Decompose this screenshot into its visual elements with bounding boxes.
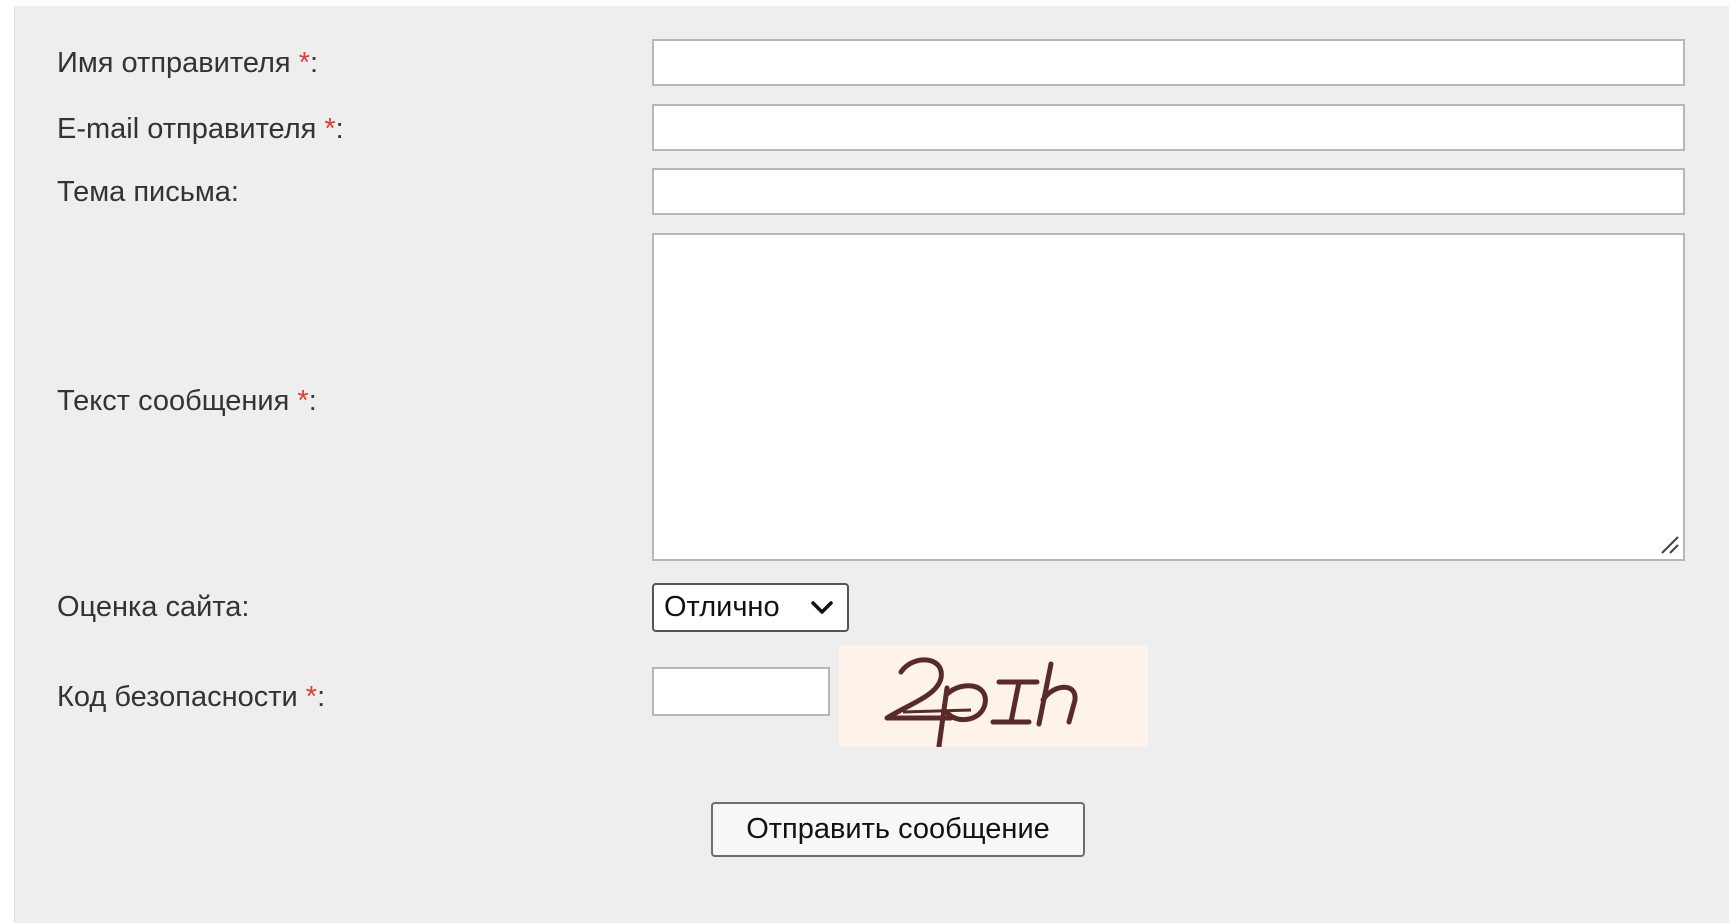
required-asterisk: * [305, 681, 318, 713]
subject-input[interactable] [652, 168, 1685, 215]
subject-label: Тема письма: [57, 176, 239, 208]
captcha-glyphs [884, 657, 1078, 749]
resize-grip-icon[interactable] [1656, 531, 1680, 555]
message-textarea[interactable] [652, 233, 1685, 561]
sender-email-label: E-mail отправителя *: [57, 113, 344, 145]
required-asterisk: * [324, 113, 336, 145]
sender-email-input[interactable] [652, 104, 1685, 151]
message-label: Текст сообщения *: [57, 385, 317, 417]
rating-label: Оценка сайта: [57, 591, 250, 623]
captcha-input[interactable] [652, 667, 830, 716]
sender-name-input[interactable] [652, 39, 1685, 86]
captcha-image [839, 646, 1148, 749]
rating-select[interactable]: Отлично [652, 583, 849, 632]
required-asterisk: * [298, 47, 310, 79]
sender-name-label: Имя отправителя *: [57, 47, 319, 79]
send-message-button[interactable]: Отправить сообщение [711, 802, 1085, 857]
chevron-down-icon [811, 601, 833, 614]
required-asterisk: * [297, 385, 309, 417]
rating-selected-value: Отлично [664, 591, 780, 623]
captcha-label: Код безопасности *: [57, 681, 326, 713]
